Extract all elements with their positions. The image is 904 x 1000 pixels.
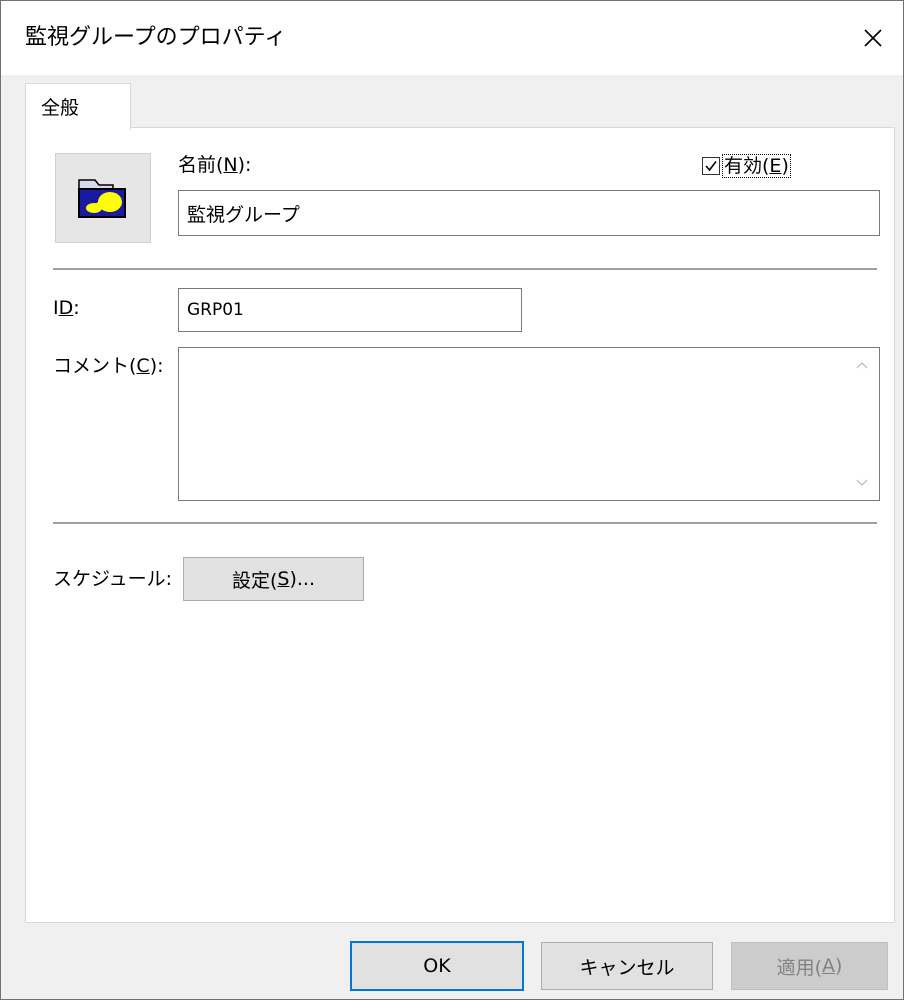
enabled-checkbox-box[interactable] (702, 157, 720, 175)
apply-button[interactable]: 適用(A) (731, 942, 888, 990)
ok-button[interactable]: OK (350, 941, 524, 991)
tab-general-label: 全般 (41, 97, 80, 119)
name-input[interactable] (178, 190, 880, 236)
scroll-down-button[interactable] (845, 466, 879, 500)
divider-bottom (53, 522, 877, 524)
comment-scrollbar[interactable] (845, 348, 879, 500)
scroll-up-button[interactable] (845, 348, 879, 382)
name-label: 名前(N): (178, 154, 252, 176)
cancel-button[interactable]: キャンセル (541, 942, 713, 990)
chevron-up-icon (856, 362, 868, 369)
id-label: ID: (53, 297, 80, 319)
comment-field (178, 347, 880, 501)
general-tab-panel: 名前(N): 有効(E) ID: コメント(C): (25, 127, 895, 923)
tab-general[interactable]: 全般 (25, 83, 131, 130)
schedule-settings-button[interactable]: 設定(S)... (183, 557, 364, 601)
close-button[interactable] (843, 1, 903, 75)
folder-icon (78, 179, 126, 218)
dialog-title: 監視グループのプロパティ (25, 25, 287, 50)
close-icon (864, 29, 882, 47)
properties-dialog: 監視グループのプロパティ 全般 名前(N): 有効(E) 監視グループ ID: … (0, 0, 904, 1000)
comment-label: コメント(C): (53, 355, 164, 377)
check-icon (705, 161, 717, 172)
chevron-down-icon (856, 479, 868, 486)
folder-icon-box (55, 153, 151, 243)
comment-textarea[interactable] (179, 348, 845, 500)
dialog-body: 全般 名前(N): 有効(E) 監視グループ ID: GRP01 コメント(C)… (1, 75, 903, 999)
enabled-checkbox[interactable]: 有効(E) (702, 153, 791, 179)
id-input[interactable] (178, 288, 522, 332)
title-bar: 監視グループのプロパティ (1, 1, 903, 75)
enabled-checkbox-label: 有効(E) (722, 154, 791, 178)
divider-top (53, 268, 877, 270)
schedule-label: スケジュール: (53, 568, 173, 590)
